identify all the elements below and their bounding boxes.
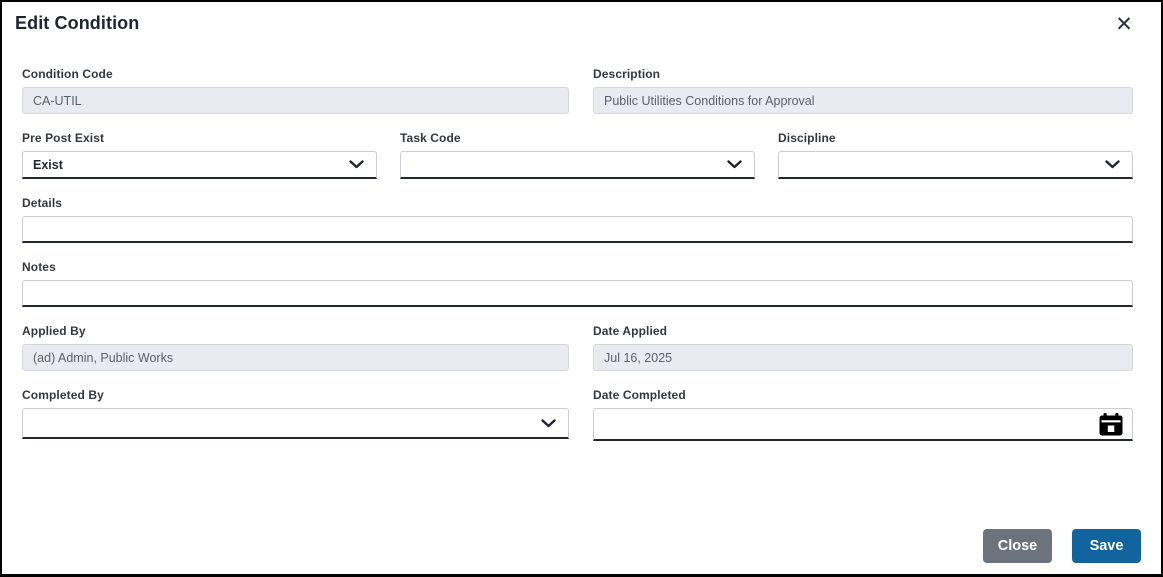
date-applied-label: Date Applied bbox=[593, 324, 668, 338]
close-button[interactable]: Close bbox=[983, 529, 1052, 563]
field-notes: Notes bbox=[22, 260, 1133, 307]
details-input[interactable] bbox=[22, 216, 1133, 243]
field-details: Details bbox=[22, 196, 1133, 243]
chevron-down-icon bbox=[541, 418, 556, 427]
task-code-label: Task Code bbox=[400, 131, 461, 145]
edit-condition-dialog: Edit Condition ✕ Condition Code Descript… bbox=[0, 0, 1163, 577]
completed-by-label: Completed By bbox=[22, 388, 104, 402]
pre-post-exist-label: Pre Post Exist bbox=[22, 131, 105, 145]
discipline-label: Discipline bbox=[778, 131, 836, 145]
field-description: Description bbox=[593, 67, 1133, 114]
applied-by-label: Applied By bbox=[22, 324, 86, 338]
row-dropdowns: Pre Post Exist Exist Task Code Disciplin… bbox=[22, 131, 1133, 179]
chevron-down-icon bbox=[349, 160, 364, 169]
dialog-title: Edit Condition bbox=[15, 13, 140, 33]
edit-condition-form: Condition Code Description Pre Post Exis… bbox=[2, 34, 1161, 441]
row-completed: Completed By Date Completed bbox=[22, 388, 1133, 441]
date-applied-input[interactable] bbox=[593, 344, 1133, 371]
dialog-header: Edit Condition ✕ bbox=[2, 2, 1161, 37]
field-discipline: Discipline bbox=[778, 131, 1133, 179]
date-completed-label: Date Completed bbox=[593, 388, 686, 402]
details-label: Details bbox=[22, 196, 63, 210]
field-date-completed: Date Completed bbox=[593, 388, 1133, 441]
condition-code-input[interactable] bbox=[22, 87, 569, 114]
calendar-icon[interactable] bbox=[1098, 412, 1124, 437]
description-input[interactable] bbox=[593, 87, 1133, 114]
chevron-down-icon bbox=[1105, 160, 1120, 169]
field-pre-post-exist: Pre Post Exist Exist bbox=[22, 131, 377, 179]
row-code-description: Condition Code Description bbox=[22, 67, 1133, 114]
row-details: Details bbox=[22, 196, 1133, 243]
save-button[interactable]: Save bbox=[1072, 529, 1141, 563]
row-notes: Notes bbox=[22, 260, 1133, 307]
field-condition-code: Condition Code bbox=[22, 67, 569, 114]
field-date-applied: Date Applied bbox=[593, 324, 1133, 371]
row-applied: Applied By Date Applied bbox=[22, 324, 1133, 371]
pre-post-exist-value: Exist bbox=[33, 157, 63, 172]
chevron-down-icon bbox=[727, 160, 742, 169]
task-code-select[interactable] bbox=[400, 151, 755, 179]
field-task-code: Task Code bbox=[400, 131, 755, 179]
discipline-select[interactable] bbox=[778, 151, 1133, 179]
notes-label: Notes bbox=[22, 260, 56, 274]
notes-input[interactable] bbox=[22, 280, 1133, 307]
completed-by-select[interactable] bbox=[22, 408, 569, 439]
condition-code-label: Condition Code bbox=[22, 67, 113, 81]
field-completed-by: Completed By bbox=[22, 388, 569, 441]
dialog-footer: Close Save bbox=[983, 529, 1141, 563]
applied-by-input[interactable] bbox=[22, 344, 569, 371]
pre-post-exist-select[interactable]: Exist bbox=[22, 151, 377, 179]
date-completed-input[interactable] bbox=[593, 408, 1133, 441]
description-label: Description bbox=[593, 67, 661, 81]
close-icon[interactable]: ✕ bbox=[1111, 11, 1137, 37]
field-applied-by: Applied By bbox=[22, 324, 569, 371]
